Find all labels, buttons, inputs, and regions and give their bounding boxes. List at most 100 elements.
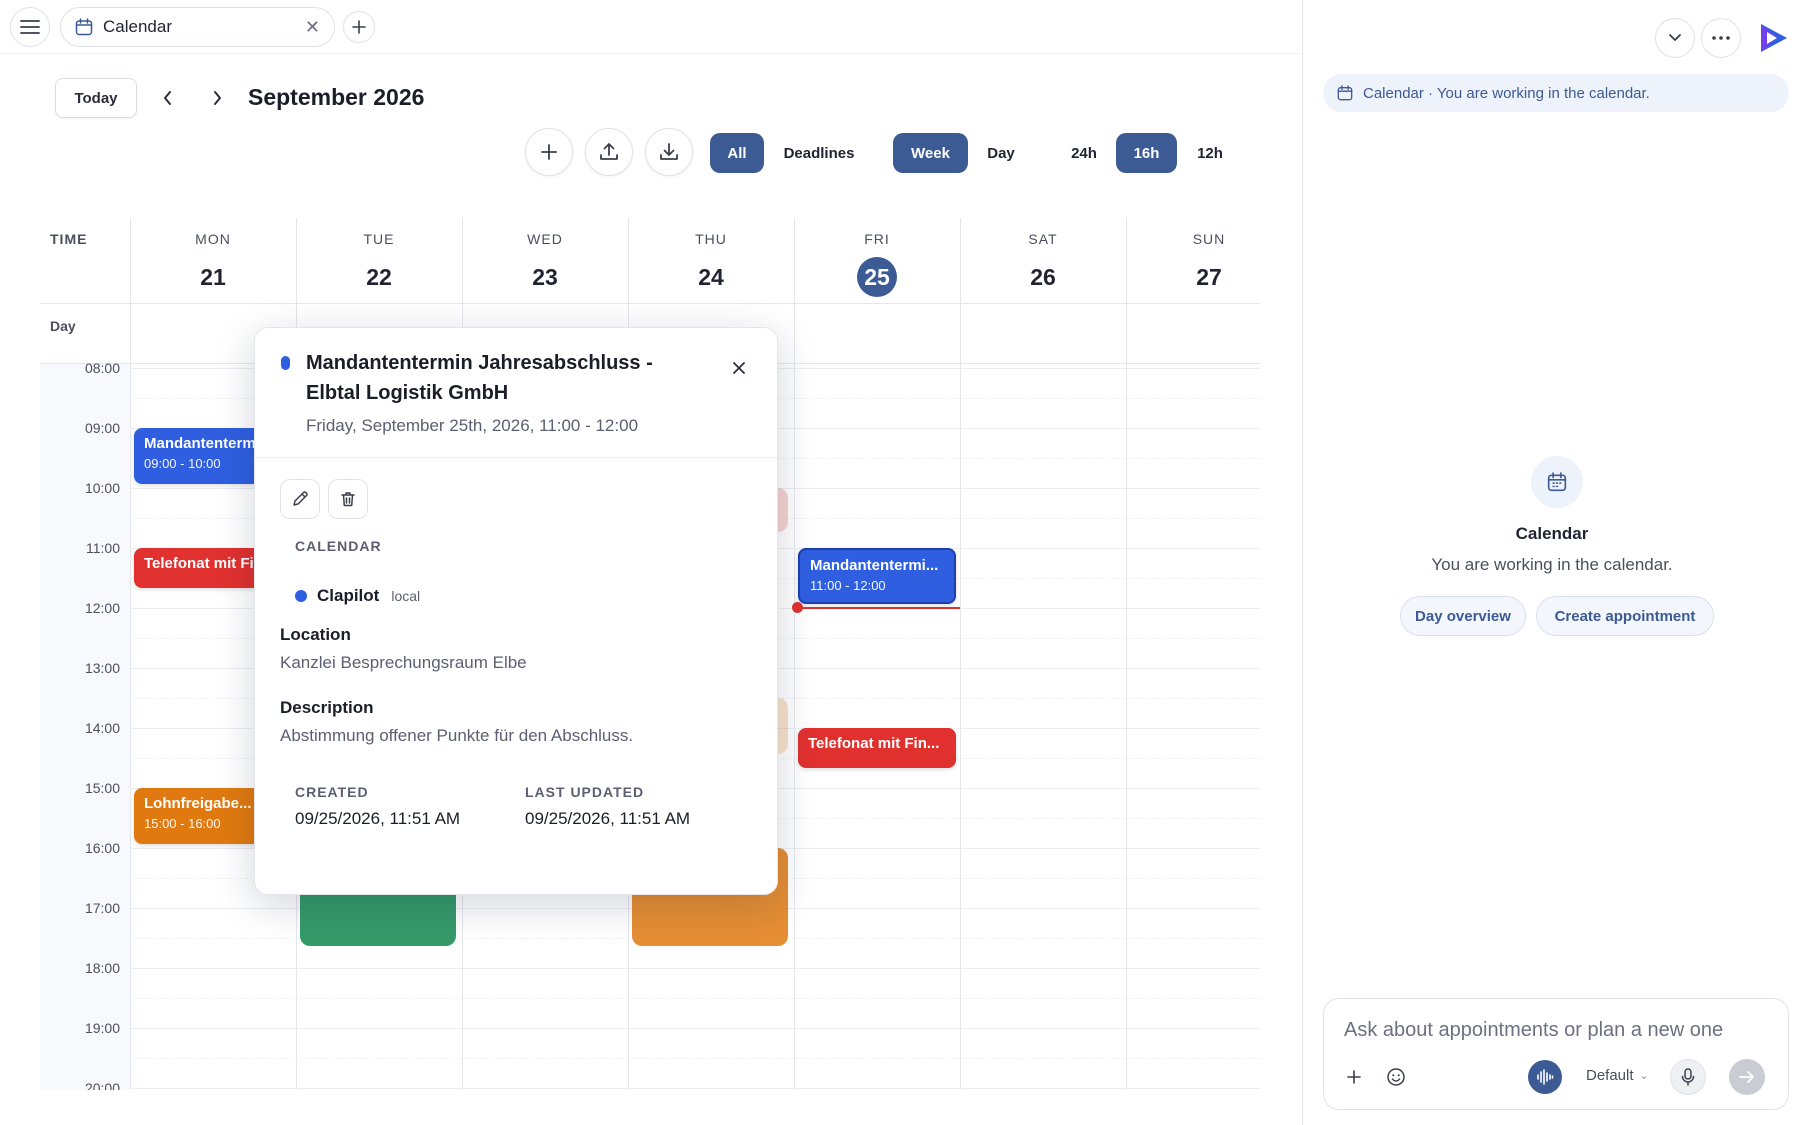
day-name: SUN	[1192, 231, 1226, 247]
event-title: Mandantentermin Jahresabschluss - Elbtal…	[306, 352, 653, 404]
add-event-button[interactable]	[525, 128, 573, 176]
range-24h[interactable]: 24h	[1058, 133, 1110, 173]
plus-icon	[1347, 1070, 1361, 1084]
view-week[interactable]: Week	[893, 133, 968, 173]
delete-event-button[interactable]	[328, 479, 368, 519]
filter-all[interactable]: All	[710, 133, 764, 173]
month-title: September 2026	[248, 84, 425, 110]
all-day-label: Day	[50, 318, 76, 334]
new-tab-button[interactable]	[343, 11, 375, 43]
collapse-button[interactable]	[1655, 18, 1695, 58]
chat-input[interactable]	[1344, 1015, 1764, 1045]
calendar-icon	[1337, 85, 1353, 101]
day-header-fri[interactable]: FRI 25	[794, 218, 960, 304]
time-label: 13:00	[84, 660, 120, 676]
day-overview-chip[interactable]: Day overview	[1400, 596, 1526, 636]
day-header-wed[interactable]: WED 23	[462, 218, 628, 304]
chevron-left-icon	[162, 90, 174, 106]
divider	[255, 457, 779, 458]
waveform-icon	[1536, 1069, 1554, 1085]
context-bar: Calendar · You are working in the calend…	[1323, 74, 1789, 112]
updated-value: 09/25/2026, 11:51 AM	[525, 809, 691, 828]
plus-icon	[539, 142, 559, 162]
today-button[interactable]: Today	[55, 78, 137, 118]
event-details-popover: Mandantentermin Jahresabschluss - Elbtal…	[254, 327, 779, 895]
description-value: Abstimmung offener Punkte für den Abschl…	[280, 726, 634, 745]
tab-calendar[interactable]: Calendar ✕	[60, 7, 335, 47]
time-label: 09:00	[84, 420, 120, 436]
day-name: FRI	[864, 231, 890, 247]
current-time-dot	[792, 602, 803, 613]
time-label: 12:00	[84, 600, 120, 616]
day-header-thu[interactable]: THU 24	[628, 218, 794, 304]
event-block-selected[interactable]: Mandantentermi... 11:00 - 12:00	[798, 548, 956, 604]
prev-week-button[interactable]	[156, 86, 180, 110]
day-header-tue[interactable]: TUE 22	[296, 218, 462, 304]
empty-state-title: Calendar	[1515, 524, 1589, 543]
time-label: 11:00	[86, 540, 120, 556]
next-week-button[interactable]	[205, 86, 229, 110]
trash-icon	[339, 490, 357, 508]
filter-deadlines[interactable]: Deadlines	[776, 133, 862, 173]
edit-event-button[interactable]	[280, 479, 320, 519]
time-label: 20:00	[84, 1080, 120, 1090]
time-label: 10:00	[84, 480, 120, 496]
arrow-right-icon	[1739, 1070, 1755, 1084]
close-icon	[732, 361, 746, 375]
half-hour-line	[130, 1058, 1260, 1059]
range-16h[interactable]: 16h	[1116, 133, 1177, 173]
microphone-icon	[1681, 1068, 1695, 1086]
chevron-down-icon	[1668, 33, 1682, 43]
calendar-name: Clapilot	[317, 586, 380, 605]
download-icon	[658, 141, 680, 163]
pencil-icon	[291, 490, 309, 508]
day-number: 24	[698, 264, 724, 290]
event-title: Mandantentermi...	[810, 557, 939, 574]
hour-line	[130, 968, 1260, 969]
chat-composer: Default ⌄	[1323, 998, 1789, 1110]
range-12h[interactable]: 12h	[1184, 133, 1236, 173]
chevron-right-icon	[211, 90, 223, 106]
model-selector[interactable]: Default ⌄	[1586, 1067, 1649, 1084]
download-button[interactable]	[645, 128, 693, 176]
attach-button[interactable]	[1338, 1061, 1370, 1093]
calendar-caption: CALENDAR	[295, 538, 382, 554]
day-header-mon[interactable]: MON 21	[130, 218, 296, 304]
event-block[interactable]: Telefonat mit Fin...	[798, 728, 956, 768]
day-header-sat[interactable]: SAT 26	[960, 218, 1126, 304]
day-name: TUE	[363, 231, 395, 247]
menu-button[interactable]	[10, 7, 50, 47]
time-label: 14:00	[84, 720, 120, 736]
day-name: SAT	[1028, 231, 1058, 247]
column-divider	[130, 218, 131, 1090]
context-text: Calendar · You are working in the calend…	[1363, 84, 1650, 102]
send-button[interactable]	[1729, 1059, 1765, 1095]
app-logo	[1753, 18, 1793, 58]
day-number: 22	[366, 264, 392, 290]
grid-header: TIME MON 21 TUE 22 WED 23 THU 24 FRI 25 …	[40, 218, 1260, 304]
calendar-icon	[1531, 456, 1583, 508]
hour-line	[130, 1028, 1260, 1029]
close-icon[interactable]: ✕	[305, 17, 320, 38]
voice-mode-button[interactable]	[1528, 1060, 1562, 1094]
time-header: TIME	[50, 231, 88, 247]
microphone-button[interactable]	[1670, 1059, 1706, 1095]
close-popover-button[interactable]	[727, 356, 751, 380]
created-caption: CREATED	[295, 784, 369, 800]
upload-icon	[598, 141, 620, 163]
more-options-button[interactable]	[1701, 18, 1741, 58]
column-divider	[794, 218, 795, 1090]
emoji-button[interactable]	[1380, 1061, 1412, 1093]
view-day[interactable]: Day	[976, 133, 1026, 173]
time-label: 08:00	[84, 360, 120, 376]
location-heading: Location	[280, 625, 351, 644]
assistant-panel: Calendar · You are working in the calend…	[1302, 0, 1800, 1125]
day-header-sun[interactable]: SUN 27	[1126, 218, 1260, 304]
upload-button[interactable]	[585, 128, 633, 176]
day-number: 27	[1196, 264, 1222, 290]
create-appointment-chip[interactable]: Create appointment	[1536, 596, 1714, 636]
time-label: 16:00	[84, 840, 120, 856]
event-datetime: Friday, September 25th, 2026, 11:00 - 12…	[306, 416, 639, 435]
model-label: Default	[1586, 1067, 1634, 1084]
day-name: WED	[527, 231, 563, 247]
